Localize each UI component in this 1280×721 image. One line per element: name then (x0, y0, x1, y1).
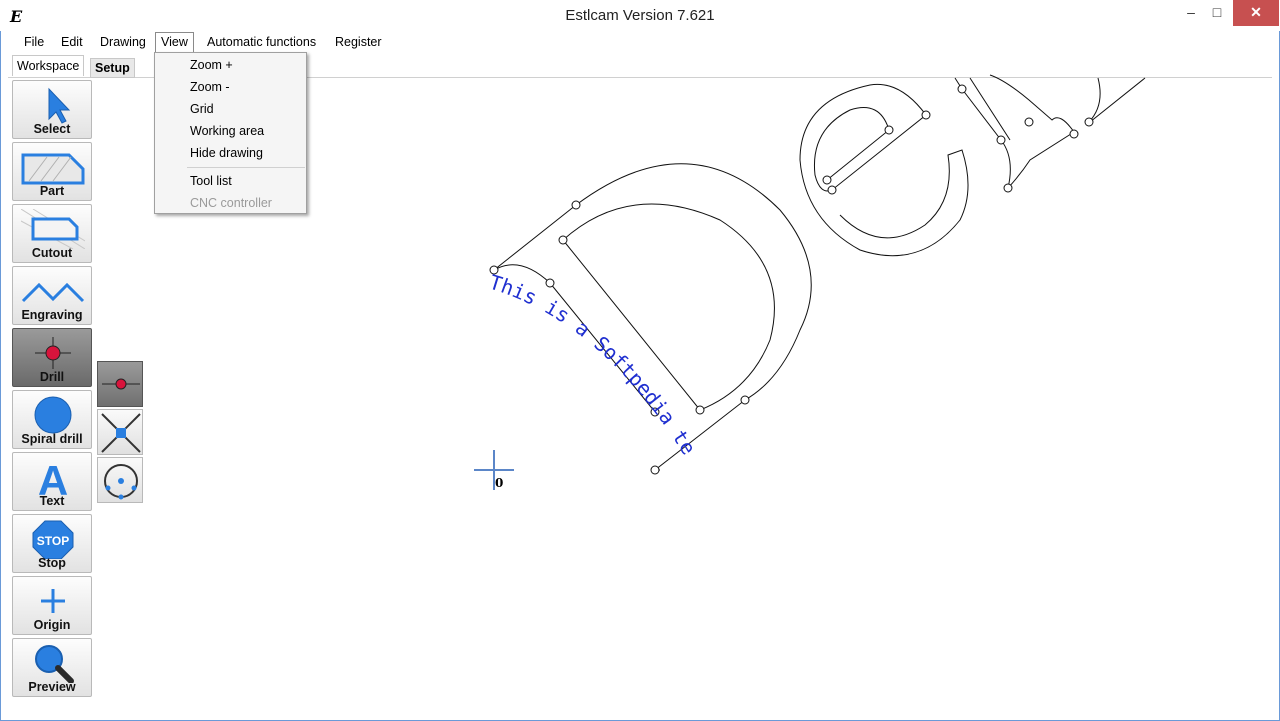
cross-drill-icon (101, 413, 141, 453)
letter-d-inner-contour (562, 203, 775, 411)
part-tool-label: Part (39, 184, 65, 198)
origin-crosshair-icon (474, 450, 514, 490)
arrow-pointer-icon (48, 87, 71, 124)
menu-item-grid[interactable]: Grid (190, 102, 214, 116)
letter-e-contour (799, 83, 969, 257)
part-shape-icon (21, 153, 85, 185)
stop-sign-icon: STOP (32, 520, 74, 559)
magnifier-icon (35, 645, 74, 683)
cutout-tool-label: Cutout (31, 246, 73, 260)
preview-tool-label: Preview (28, 680, 76, 694)
text-tool-button[interactable]: A Text (12, 452, 92, 511)
menu-separator (187, 167, 305, 168)
select-tool-label: Select (33, 122, 71, 136)
menu-item-hide-drawing[interactable]: Hide drawing (190, 146, 263, 160)
zigzag-engrave-icon (21, 282, 85, 303)
point-drill-icon (102, 378, 140, 390)
drill-tool-button[interactable]: Drill (12, 328, 92, 387)
letter-m-contour (954, 74, 1146, 190)
stop-tool-label: Stop (38, 556, 66, 570)
drill-target-icon (35, 337, 71, 369)
spiral-drill-tool-label: Spiral drill (21, 432, 83, 446)
drill-tool-label: Drill (39, 370, 65, 384)
menu-item-cnc-controller: CNC controller (190, 196, 272, 210)
view-menu-dropdown: Zoom + Zoom - Grid Working area Hide dra… (154, 52, 307, 214)
spiral-drill-tool-button[interactable]: Spiral drill (12, 390, 92, 449)
text-letter-icon: A (38, 457, 68, 497)
menu-item-zoom-in[interactable]: Zoom + (190, 58, 233, 72)
stop-tool-button[interactable]: STOP Stop (12, 514, 92, 573)
drill-mode-cross-button[interactable] (97, 409, 143, 455)
menu-item-tool-list[interactable]: Tool list (190, 174, 232, 188)
cutout-shape-icon (21, 209, 85, 249)
svg-text:A: A (38, 457, 68, 497)
preview-tool-button[interactable]: Preview (12, 638, 92, 697)
plus-origin-icon (41, 589, 65, 613)
menu-item-working-area[interactable]: Working area (190, 124, 264, 138)
engraving-tool-button[interactable]: Engraving (12, 266, 92, 325)
cutout-tool-button[interactable]: Cutout (12, 204, 92, 263)
engraving-tool-label: Engraving (21, 308, 83, 322)
spiral-drill-circle-icon (34, 396, 72, 434)
drill-mode-point-button[interactable] (97, 361, 143, 407)
letter-d-outer-contour (493, 163, 812, 471)
part-tool-button[interactable]: Part (12, 142, 92, 201)
circle-drill-icon (104, 464, 138, 500)
origin-label: 0 (495, 476, 504, 490)
select-tool-button[interactable]: Select (12, 80, 92, 139)
origin-tool-button[interactable]: Origin (12, 576, 92, 635)
origin-tool-label: Origin (33, 618, 71, 632)
menu-item-zoom-out[interactable]: Zoom - (190, 80, 230, 94)
contour-nodes (489, 84, 1094, 475)
svg-text:STOP: STOP (37, 534, 69, 548)
text-tool-label: Text (39, 494, 65, 508)
drill-mode-circle-button[interactable] (97, 457, 143, 503)
